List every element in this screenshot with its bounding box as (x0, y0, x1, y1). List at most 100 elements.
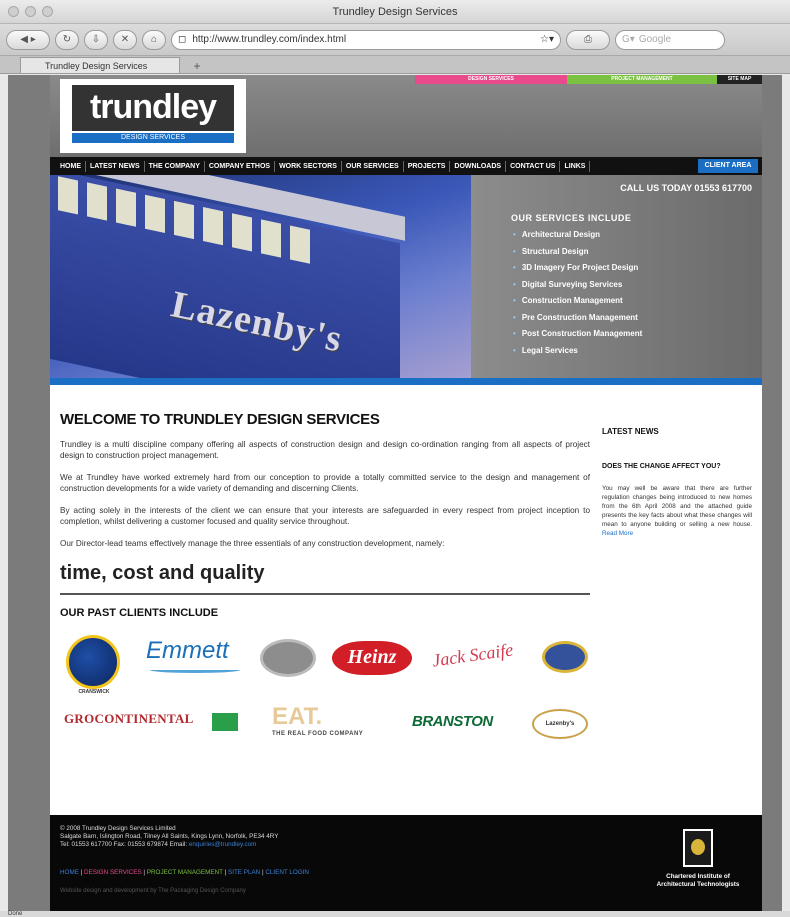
home-button[interactable]: ⌂ (142, 29, 166, 50)
ciat-badge-icon (683, 829, 713, 867)
nav-contact-us[interactable]: CONTACT US (506, 160, 561, 172)
footer-link-site-plan[interactable]: SITE PLAN (228, 869, 260, 876)
nav-projects[interactable]: PROJECTS (404, 160, 451, 172)
nav-the-company[interactable]: THE COMPANY (145, 160, 205, 172)
footer-link-design-services[interactable]: DESIGN SERVICES (84, 869, 142, 876)
heinz-logo: Heinz (332, 640, 412, 675)
services-list: Architectural Design Structural Design 3… (513, 227, 752, 359)
print-button[interactable]: ⎙ (566, 29, 610, 50)
minimize-window-button[interactable] (25, 6, 36, 17)
top-links: DESIGN SERVICES PROJECT MANAGEMENT SITE … (415, 75, 762, 84)
zoom-window-button[interactable] (42, 6, 53, 17)
service-item[interactable]: Architectural Design (513, 227, 752, 244)
service-item[interactable]: Legal Services (513, 343, 752, 360)
grocontinental-logo: GROCONTINENTAL (64, 710, 194, 726)
client-crest-logo (542, 640, 588, 673)
logo-wordmark: trundley (72, 85, 234, 131)
service-item[interactable]: Digital Surveying Services (513, 277, 752, 294)
trundley-logo[interactable]: trundley DESIGN SERVICES (60, 79, 246, 153)
emmett-logo: Emmett (146, 636, 229, 664)
nav-latest-news[interactable]: LATEST NEWS (86, 160, 145, 172)
hero-building-photo: Lazenby's (50, 175, 471, 378)
top-link-site-map[interactable]: SITE MAP (717, 75, 762, 84)
browser-toolbar: ◀ ▸ ↻ ⇩ ✕ ⌂ ◻ http://www.trundley.com/in… (0, 24, 790, 56)
window-titlebar: Trundley Design Services (0, 0, 790, 24)
emmett-swoosh (150, 667, 240, 673)
tab-bar: Trundley Design Services + (0, 56, 790, 74)
url-text[interactable]: http://www.trundley.com/index.html (192, 34, 534, 45)
divider-bar (50, 378, 762, 385)
latest-news-heading: LATEST NEWS (602, 427, 659, 436)
website: trundley DESIGN SERVICES DESIGN SERVICES… (50, 75, 762, 911)
hero-banner: Lazenby's CALL US TODAY 01553 617700 OUR… (50, 175, 762, 378)
home-icon: ⌂ (150, 34, 158, 45)
nav-company-ethos[interactable]: COMPANY ETHOS (205, 160, 276, 172)
window-title: Trundley Design Services (332, 5, 458, 18)
new-tab-button[interactable]: + (186, 59, 208, 73)
address-bar[interactable]: ◻ http://www.trundley.com/index.html ☆▾ (171, 29, 561, 50)
news-body: You may well be aware that there are fur… (602, 485, 752, 528)
jack-scaife-logo: Jack Scaife (430, 638, 515, 671)
intro-paragraph: By acting solely in the interests of the… (60, 506, 590, 526)
window-controls (8, 6, 53, 17)
read-more-link[interactable]: Read More (602, 530, 633, 537)
nav-work-sectors[interactable]: WORK SECTORS (275, 160, 342, 172)
grocontinental-mark (212, 712, 238, 731)
downloads-button[interactable]: ⇩ (84, 29, 108, 50)
footer-email-link[interactable]: enquiries@trundley.com (189, 841, 257, 848)
lazenby-logo: Lazenby's (532, 708, 588, 739)
close-window-button[interactable] (8, 6, 19, 17)
intro-paragraph: Trundley is a multi discipline company o… (60, 440, 590, 460)
cranswick-logo (66, 634, 120, 689)
news-sidebar: LATEST NEWS DOES THE CHANGE AFFECT YOU? … (602, 385, 752, 538)
reload-button[interactable]: ↻ (55, 29, 79, 50)
service-item[interactable]: Construction Management (513, 293, 752, 310)
back-icon: ◀ ▸ (20, 34, 36, 45)
nav-links[interactable]: LINKS (560, 160, 591, 172)
service-item[interactable]: 3D Imagery For Project Design (513, 260, 752, 277)
page-viewport: trundley DESIGN SERVICES DESIGN SERVICES… (8, 75, 782, 911)
news-title[interactable]: DOES THE CHANGE AFFECT YOU? (602, 462, 752, 472)
main-nav: HOME LATEST NEWS THE COMPANY COMPANY ETH… (50, 157, 762, 175)
nav-downloads[interactable]: DOWNLOADS (450, 160, 507, 172)
eat-logo: EAT. (272, 702, 323, 730)
bookmark-star-icon[interactable]: ☆▾ (540, 34, 554, 45)
cranswick-logo-text: CRANSWICK (78, 688, 110, 695)
service-item[interactable]: Pre Construction Management (513, 310, 752, 327)
divider-line (60, 592, 590, 595)
logo-subtitle: DESIGN SERVICES (72, 133, 234, 143)
intro-paragraph: We at Trundley have worked extremely har… (60, 473, 590, 493)
nav-home[interactable]: HOME (56, 160, 86, 172)
service-item[interactable]: Post Construction Management (513, 326, 752, 343)
site-footer: © 2008 Trundley Design Services Limited … (50, 815, 762, 911)
print-icon: ⎙ (584, 34, 592, 45)
main-column: WELCOME TO TRUNDLEY DESIGN SERVICES Trun… (60, 385, 590, 765)
search-placeholder: Google (638, 34, 672, 45)
intro-paragraph: Our Director-lead teams effectively mana… (60, 539, 445, 548)
branston-logo: BRANSTON (412, 712, 493, 730)
eat-logo-subtitle: THE REAL FOOD COMPANY (272, 730, 364, 737)
service-item[interactable]: Structural Design (513, 244, 752, 261)
footer-link-project-management[interactable]: PROJECT MANAGEMENT (147, 869, 223, 876)
reload-icon: ↻ (62, 34, 72, 45)
footer-link-client-login[interactable]: CLIENT LOGIN (265, 869, 309, 876)
page-icon: ◻ (178, 34, 187, 45)
download-icon: ⇩ (91, 34, 101, 45)
client-logos: CRANSWICK Emmett Heinz Jack Scaife GROCO… (60, 625, 590, 765)
stop-button[interactable]: ✕ (113, 29, 137, 50)
search-field[interactable]: G▾ Google (615, 29, 725, 50)
back-forward-button[interactable]: ◀ ▸ (6, 29, 50, 50)
tab-trundley[interactable]: Trundley Design Services (20, 57, 180, 73)
stop-icon: ✕ (120, 34, 130, 45)
site-header: trundley DESIGN SERVICES DESIGN SERVICES… (50, 75, 762, 157)
page-title: WELCOME TO TRUNDLEY DESIGN SERVICES (60, 411, 380, 428)
ciat-text: Chartered Institute of Architectural Tec… (656, 873, 740, 888)
top-link-design-services[interactable]: DESIGN SERVICES (415, 75, 567, 84)
services-panel: CALL US TODAY 01553 617700 OUR SERVICES … (471, 175, 762, 378)
client-oval-logo (260, 638, 316, 677)
status-bar: Done (0, 911, 790, 917)
nav-our-services[interactable]: OUR SERVICES (342, 160, 404, 172)
footer-link-home[interactable]: HOME (60, 869, 79, 876)
client-area-button[interactable]: CLIENT AREA (698, 159, 758, 173)
top-link-project-management[interactable]: PROJECT MANAGEMENT (567, 75, 717, 84)
